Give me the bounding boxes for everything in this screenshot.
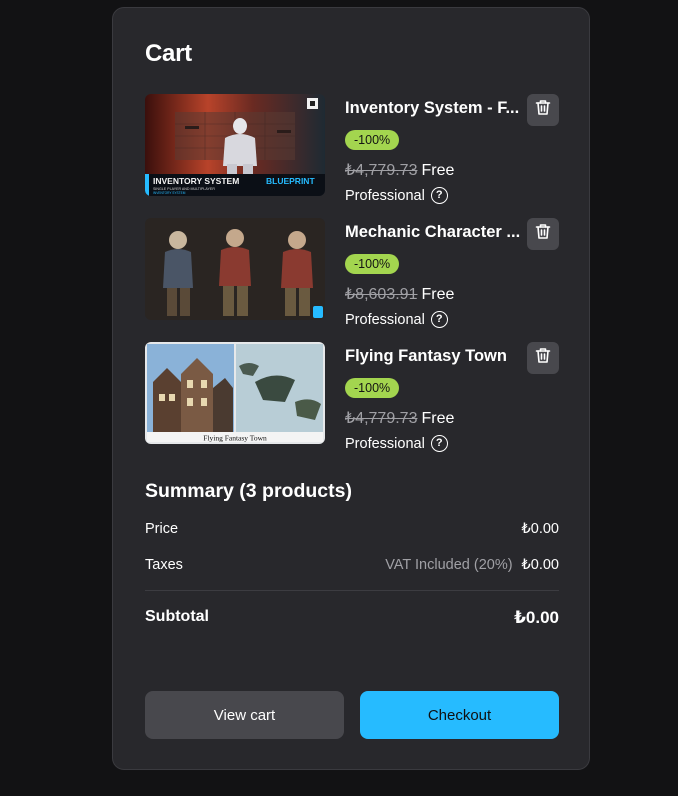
product-thumbnail[interactable] bbox=[145, 218, 325, 320]
license-label: Professional bbox=[345, 187, 425, 204]
cart-title: Cart bbox=[145, 40, 192, 67]
discount-badge: -100% bbox=[345, 130, 400, 150]
vat-note: VAT Included (20%) bbox=[385, 557, 513, 573]
discount-badge: -100% bbox=[345, 254, 400, 274]
delete-button[interactable] bbox=[527, 342, 559, 374]
subtotal-label: Subtotal bbox=[145, 608, 209, 625]
cart-item: Flying Fantasy Town Flying Fantasy Town … bbox=[145, 342, 559, 452]
checkout-button[interactable]: Checkout bbox=[360, 691, 559, 739]
taxes-label: Taxes bbox=[145, 557, 183, 573]
license-row: Professional ? bbox=[345, 435, 448, 452]
thumb-tag-text: BLUEPRINT bbox=[266, 176, 315, 186]
license-row: Professional ? bbox=[345, 311, 448, 328]
price-value: ₺0.00 bbox=[521, 521, 559, 537]
product-name[interactable]: Flying Fantasy Town bbox=[345, 347, 523, 366]
thumb-title-text: Flying Fantasy Town bbox=[203, 434, 267, 443]
view-cart-button[interactable]: View cart bbox=[145, 691, 344, 739]
license-row: Professional ? bbox=[345, 187, 448, 204]
license-label: Professional bbox=[345, 435, 425, 452]
trash-icon bbox=[535, 347, 551, 369]
subtotal-value: ₺0.00 bbox=[514, 608, 559, 627]
help-circle-icon[interactable]: ? bbox=[430, 435, 448, 452]
product-name[interactable]: Inventory System - F... bbox=[345, 99, 523, 118]
current-price: Free bbox=[421, 162, 455, 179]
price-label: Price bbox=[145, 521, 179, 537]
price-line: ₺8,603.91 Free bbox=[345, 284, 454, 304]
summary-title: Summary (3 products) bbox=[145, 480, 352, 502]
help-circle-icon[interactable]: ? bbox=[430, 187, 448, 204]
original-price: ₺4,779.73 bbox=[345, 410, 418, 427]
discount-badge: -100% bbox=[345, 378, 400, 398]
product-name[interactable]: Mechanic Character ... bbox=[345, 223, 523, 242]
product-thumbnail[interactable]: Flying Fantasy Town bbox=[145, 342, 325, 444]
summary-taxes-row: Taxes VAT Included (20%) ₺0.00 bbox=[145, 557, 559, 573]
taxes-value: ₺0.00 bbox=[521, 557, 559, 573]
thumb-caption-text: INVENTORY SYSTEM bbox=[153, 191, 186, 195]
original-price: ₺8,603.91 bbox=[345, 286, 418, 303]
original-price: ₺4,779.73 bbox=[345, 162, 418, 179]
thumb-title-text: INVENTORY SYSTEM bbox=[153, 176, 239, 186]
delete-button[interactable] bbox=[527, 94, 559, 126]
trash-icon bbox=[535, 223, 551, 245]
cart-item: INVENTORY SYSTEM BLUEPRINT SINGLE PLAYER… bbox=[145, 94, 559, 204]
price-line: ₺4,779.73 Free bbox=[345, 408, 454, 428]
cart-item: Mechanic Character ... -100% ₺8,603.91 Fr… bbox=[145, 218, 559, 328]
current-price: Free bbox=[421, 410, 455, 427]
help-circle-icon[interactable]: ? bbox=[430, 311, 448, 328]
cart-panel: Cart INVENTORY SYSTEM BLUEPRINT SINGLE P… bbox=[112, 7, 590, 770]
subtotal-row: Subtotal ₺0.00 bbox=[145, 608, 559, 628]
price-line: ₺4,779.73 Free bbox=[345, 160, 454, 180]
summary-divider bbox=[145, 590, 559, 591]
license-label: Professional bbox=[345, 311, 425, 328]
trash-icon bbox=[535, 99, 551, 121]
delete-button[interactable] bbox=[527, 218, 559, 250]
summary-price-row: Price ₺0.00 bbox=[145, 521, 559, 537]
current-price: Free bbox=[421, 286, 455, 303]
product-thumbnail[interactable]: INVENTORY SYSTEM BLUEPRINT SINGLE PLAYER… bbox=[145, 94, 325, 196]
